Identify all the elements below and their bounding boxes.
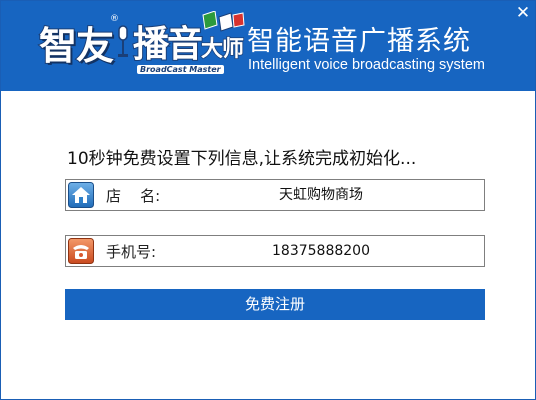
logo-registered-mark: ® xyxy=(110,14,119,24)
phone-number-field[interactable]: 手机号: 18375888200 xyxy=(65,235,485,267)
phone-number-label: 手机号: xyxy=(106,243,157,261)
logo-tagline: BroadCast Master xyxy=(137,65,224,74)
free-register-button[interactable]: 免费注册 xyxy=(65,289,485,320)
app-title-english: Intelligent voice broadcasting system xyxy=(248,57,485,73)
app-title-chinese: 智能语音广播系统 xyxy=(247,26,471,57)
flags-icon xyxy=(202,11,245,32)
logo-text-dashi: 大师 xyxy=(200,36,245,63)
header-banner: 智友 ® 播音大师 BroadCast Master 智能语音广播系统 Inte… xyxy=(1,1,535,91)
brand-logo: 智友 ® 播音大师 BroadCast Master xyxy=(37,9,249,79)
registration-window: 智友 ® 播音大师 BroadCast Master 智能语音广播系统 Inte… xyxy=(0,0,536,400)
close-button[interactable]: ✕ xyxy=(513,3,533,23)
telephone-icon xyxy=(68,238,94,264)
shop-name-input[interactable]: 天虹购物商场 xyxy=(216,180,426,210)
microphone-icon xyxy=(118,25,128,57)
home-icon xyxy=(68,182,94,208)
setup-prompt: 10秒钟免费设置下列信息,让系统完成初始化... xyxy=(67,149,417,169)
logo-text-zhiyou: 智友 xyxy=(38,23,115,69)
logo-text-boyin: 播音 xyxy=(132,23,204,66)
shop-name-field[interactable]: 店 名: 天虹购物商场 xyxy=(65,179,485,211)
phone-number-input[interactable]: 18375888200 xyxy=(216,236,426,266)
close-icon: ✕ xyxy=(515,3,531,23)
shop-name-label: 店 名: xyxy=(106,187,161,205)
